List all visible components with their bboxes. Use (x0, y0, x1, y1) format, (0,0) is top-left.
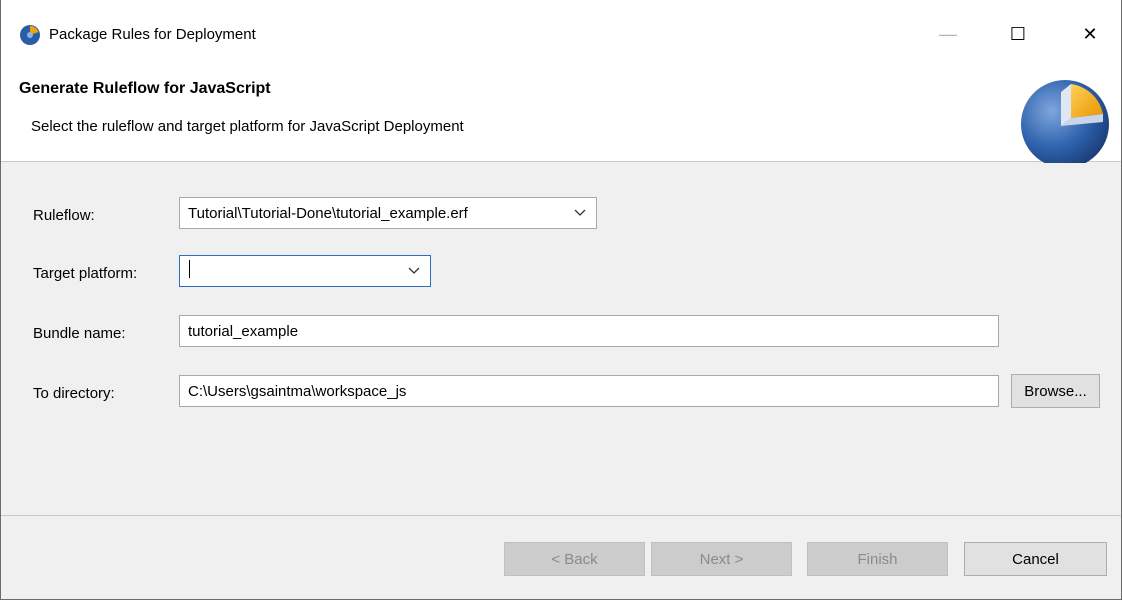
wizard-window: Package Rules for Deployment — ☐ ✕ Gener… (0, 0, 1122, 600)
minimize-icon: — (939, 23, 957, 44)
target-platform-label: Target platform: (33, 265, 138, 282)
close-button[interactable]: ✕ (1067, 14, 1113, 54)
window-title: Package Rules for Deployment (49, 26, 256, 43)
title-bar: Package Rules for Deployment — ☐ ✕ (1, 0, 1121, 58)
maximize-button[interactable]: ☐ (995, 14, 1041, 54)
to-directory-label: To directory: (33, 385, 115, 402)
target-platform-select[interactable] (179, 255, 431, 287)
page-title: Generate Ruleflow for JavaScript (19, 80, 271, 97)
page-description: Select the ruleflow and target platform … (31, 118, 464, 135)
ruleflow-select[interactable]: Tutorial\Tutorial-Done\tutorial_example.… (179, 197, 597, 229)
cancel-button[interactable]: Cancel (964, 542, 1107, 576)
ruleflow-label: Ruleflow: (33, 207, 95, 224)
form-area: Ruleflow: Tutorial\Tutorial-Done\tutoria… (1, 163, 1121, 515)
ruleflow-value: Tutorial\Tutorial-Done\tutorial_example.… (188, 204, 468, 222)
finish-button[interactable]: Finish (807, 542, 948, 576)
close-icon: ✕ (1082, 23, 1098, 44)
wizard-header: Generate Ruleflow for JavaScript Select … (1, 58, 1121, 168)
minimize-button[interactable]: — (925, 14, 971, 54)
chevron-down-icon (572, 209, 588, 217)
to-directory-input[interactable]: C:\Users\gsaintma\workspace_js (179, 375, 999, 407)
bundle-name-input[interactable]: tutorial_example (179, 315, 999, 347)
bundle-name-value: tutorial_example (188, 322, 299, 340)
chevron-down-icon (406, 267, 422, 275)
to-directory-value: C:\Users\gsaintma\workspace_js (188, 382, 407, 400)
text-cursor (189, 260, 190, 278)
wizard-logo-icon (1021, 80, 1109, 168)
maximize-icon: ☐ (1009, 23, 1027, 44)
back-button[interactable]: < Back (504, 542, 645, 576)
browse-button[interactable]: Browse... (1011, 374, 1100, 408)
app-logo-icon (20, 25, 40, 45)
next-button[interactable]: Next > (651, 542, 792, 576)
bundle-name-label: Bundle name: (33, 325, 126, 342)
footer-divider (1, 515, 1121, 516)
